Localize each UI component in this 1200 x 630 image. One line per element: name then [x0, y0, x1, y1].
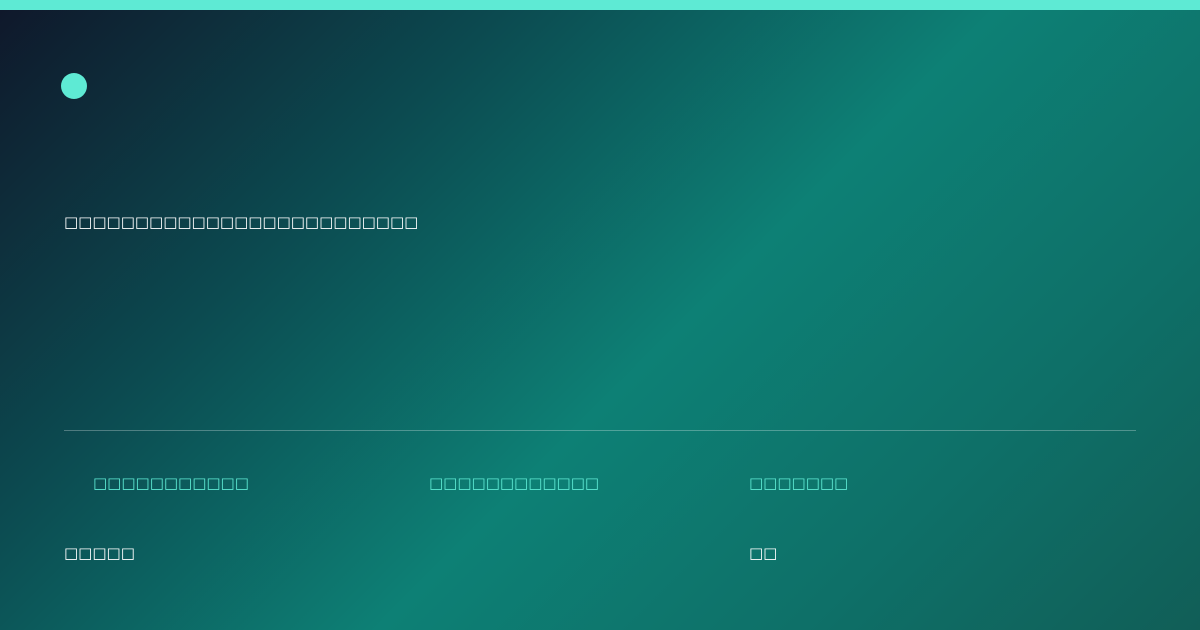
stat-label-3: □□□□□□□ — [749, 474, 849, 492]
top-accent-bar — [0, 0, 1200, 10]
circle-logo-icon — [61, 73, 87, 99]
stat-value-3: □□ — [749, 544, 778, 562]
stat-label-1: □□□□□□□□□□□ — [93, 474, 249, 492]
headline-text: □□□□□□□□□□□□□□□□□□□□□□□□□ — [64, 213, 419, 231]
stat-label-2: □□□□□□□□□□□□ — [429, 474, 600, 492]
stat-value-1: □□□□□ — [64, 544, 135, 562]
section-divider — [64, 430, 1136, 431]
